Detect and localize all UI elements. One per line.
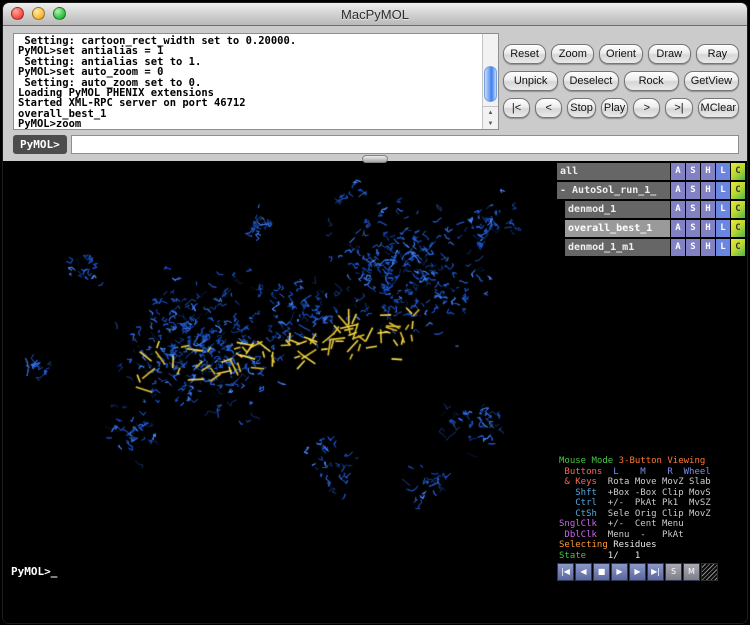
prompt-label: PyMOL>	[13, 135, 67, 154]
object-row-autosol-group: - AutoSol_run_1_ A S H L C	[557, 182, 745, 199]
hide-button[interactable]: H	[701, 220, 715, 237]
zoom-window-button[interactable]	[53, 7, 66, 20]
zoom-button[interactable]: Zoom	[551, 44, 594, 64]
label-button[interactable]: L	[716, 220, 730, 237]
frame-back-icon[interactable]: ◀	[575, 563, 592, 581]
action-button[interactable]: A	[671, 182, 685, 199]
getview-button[interactable]: GetView	[684, 71, 739, 91]
mouse-panel: Mouse Mode 3-Button Viewing Buttons L M …	[557, 456, 745, 561]
object-name[interactable]: all	[557, 163, 670, 180]
deselect-button[interactable]: Deselect	[563, 71, 618, 91]
app-window: MacPyMOL Setting: cartoon_rect_width set…	[2, 2, 748, 624]
action-button[interactable]: A	[671, 201, 685, 218]
color-button[interactable]: C	[731, 220, 745, 237]
label-button[interactable]: L	[716, 182, 730, 199]
show-button[interactable]: S	[686, 163, 700, 180]
main-area: PyMOL>_ all A S H L C - AutoSol_run_1_ A…	[3, 161, 747, 623]
object-name[interactable]: - AutoSol_run_1_	[557, 182, 670, 199]
right-panel: all A S H L C - AutoSol_run_1_ A S H L C…	[557, 161, 747, 623]
output-console: Setting: cartoon_rect_width set to 0.200…	[13, 33, 499, 130]
frame-forward-icon[interactable]: ▶	[629, 563, 646, 581]
hide-button[interactable]: H	[701, 182, 715, 199]
object-row-denmod-1-m1: denmod_1_m1 A S H L C	[565, 239, 745, 256]
ray-button[interactable]: Ray	[696, 44, 739, 64]
close-button[interactable]	[11, 7, 24, 20]
command-row: PyMOL>	[13, 134, 739, 154]
frame-stop-icon[interactable]: ■	[593, 563, 610, 581]
upper-panel: Setting: cartoon_rect_width set to 0.200…	[3, 26, 747, 161]
button-row-2: Unpick Deselect Rock GetView	[503, 71, 739, 91]
object-row-overall-best: overall_best_1 A S H L C	[565, 220, 745, 237]
draw-button[interactable]: Draw	[648, 44, 691, 64]
hide-button[interactable]: H	[701, 163, 715, 180]
panel-spacer	[557, 258, 745, 456]
movie-back-button[interactable]: <	[535, 98, 562, 118]
window-controls	[11, 7, 66, 20]
movie-button[interactable]: M	[683, 563, 700, 581]
title-bar[interactable]: MacPyMOL	[3, 3, 747, 26]
object-name[interactable]: overall_best_1	[565, 220, 670, 237]
console-text: Setting: cartoon_rect_width set to 0.200…	[14, 34, 498, 129]
object-name[interactable]: denmod_1	[565, 201, 670, 218]
label-button[interactable]: L	[716, 163, 730, 180]
button-row-3: |< < Stop Play > >| MClear	[503, 98, 739, 118]
minimize-button[interactable]	[32, 7, 45, 20]
command-buttons: Reset Zoom Orient Draw Ray Unpick Desele…	[503, 44, 739, 125]
object-row-all: all A S H L C	[557, 163, 745, 180]
show-button[interactable]: S	[686, 220, 700, 237]
movie-stop-button[interactable]: Stop	[567, 98, 596, 118]
action-button[interactable]: A	[671, 220, 685, 237]
frame-rewind-icon[interactable]: |◀	[557, 563, 574, 581]
movie-end-button[interactable]: >|	[665, 98, 692, 118]
label-button[interactable]: L	[716, 239, 730, 256]
action-button[interactable]: A	[671, 239, 685, 256]
splitter-handle[interactable]	[362, 155, 388, 163]
scene-button[interactable]: S	[665, 563, 682, 581]
show-button[interactable]: S	[686, 239, 700, 256]
movie-forward-button[interactable]: >	[633, 98, 660, 118]
action-button[interactable]: A	[671, 163, 685, 180]
mclear-button[interactable]: MClear	[698, 98, 739, 118]
object-name[interactable]: denmod_1_m1	[565, 239, 670, 256]
hide-button[interactable]: H	[701, 201, 715, 218]
frame-play-icon[interactable]: ▶	[611, 563, 628, 581]
reset-button[interactable]: Reset	[503, 44, 546, 64]
orient-button[interactable]: Orient	[599, 44, 642, 64]
movie-controls: |◀ ◀ ■ ▶ ▶ ▶| S M	[557, 563, 745, 581]
scrollbar-thumb[interactable]	[484, 66, 497, 102]
frame-end-icon[interactable]: ▶|	[647, 563, 664, 581]
command-input[interactable]	[71, 135, 739, 154]
viewport-prompt: PyMOL>_	[11, 565, 57, 578]
viewport-canvas[interactable]	[3, 161, 557, 623]
movie-play-button[interactable]: Play	[601, 98, 628, 118]
rock-button[interactable]: Rock	[624, 71, 679, 91]
scroll-up-icon[interactable]: ▲	[488, 110, 494, 116]
hide-button[interactable]: H	[701, 239, 715, 256]
viewport-column: PyMOL>_	[3, 161, 557, 623]
scrollbar-arrows: ▲ ▼	[483, 106, 498, 129]
button-row-1: Reset Zoom Orient Draw Ray	[503, 44, 739, 64]
show-button[interactable]: S	[686, 182, 700, 199]
color-button[interactable]: C	[731, 182, 745, 199]
color-button[interactable]: C	[731, 201, 745, 218]
object-row-denmod-1: denmod_1 A S H L C	[565, 201, 745, 218]
label-button[interactable]: L	[716, 201, 730, 218]
movie-rewind-button[interactable]: |<	[503, 98, 530, 118]
resize-grip-icon[interactable]	[701, 563, 718, 581]
show-button[interactable]: S	[686, 201, 700, 218]
scroll-down-icon[interactable]: ▼	[488, 121, 494, 127]
color-button[interactable]: C	[731, 163, 745, 180]
console-scrollbar[interactable]: ▲ ▼	[482, 34, 498, 129]
color-button[interactable]: C	[731, 239, 745, 256]
window-title: MacPyMOL	[341, 7, 409, 22]
unpick-button[interactable]: Unpick	[503, 71, 558, 91]
